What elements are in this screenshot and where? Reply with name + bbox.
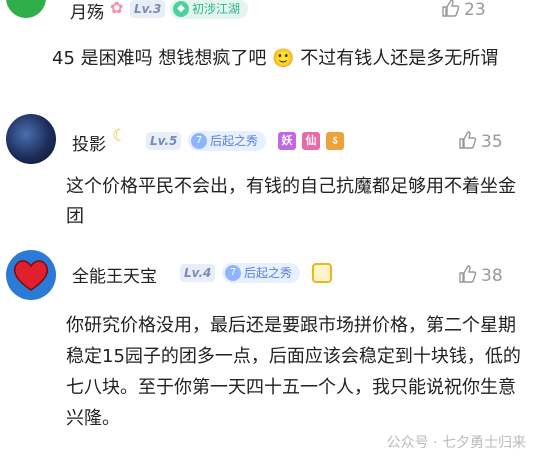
rank-badge: 7 后起之秀 (188, 131, 267, 151)
watermark: 公众号 · 七夕勇士归来 (386, 435, 526, 451)
avatar[interactable] (6, 114, 56, 164)
level-badge: Lv.5 (146, 132, 182, 150)
comment-3: 全能王天宝 Lv.4 7 后起之秀 38 你研究价格没用，最后还是要跟市场拼价格，… (0, 248, 538, 462)
rank-label: 后起之秀 (210, 134, 259, 148)
comment-1: 月殇 ✿ Lv.3 ◆ 初涉江湖 23 45 是困难吗 想钱想疯了吧 🙂 不过有钱… (0, 0, 538, 100)
comment-text: 这个价格平民不会出，有钱的自己抗魔都足够用不着坐金团 (66, 176, 516, 227)
gem-icon: 7 (225, 265, 241, 281)
badge-xian: 仙 (302, 132, 320, 150)
gem-icon: ◆ (173, 1, 189, 17)
thumb-up-icon (459, 265, 477, 283)
level-badge: Lv.4 (180, 264, 216, 282)
flower-icon: ✿ (110, 0, 124, 17)
medal-icon (312, 263, 332, 283)
like-count: 38 (481, 266, 503, 286)
badge-yao: 妖 (278, 132, 296, 150)
like-button[interactable]: 35 (457, 130, 503, 152)
comment-author[interactable]: 全能王天宝 (72, 262, 157, 287)
rank-badge: 7 后起之秀 (222, 263, 301, 283)
heart-icon (13, 260, 49, 291)
gem-icon: 7 (191, 133, 207, 149)
rank-badge: ◆ 初涉江湖 (170, 0, 249, 19)
thumb-up-icon (459, 131, 477, 149)
comment-2: 投影 ☾ Lv.5 7 后起之秀 妖 仙 ऽ 35 这个价格平民不会出，有钱的自己… (0, 110, 538, 245)
rank-label: 后起之秀 (244, 266, 293, 280)
like-count: 23 (464, 0, 486, 20)
level-badge: Lv.3 (130, 0, 166, 18)
avatar[interactable] (6, 250, 56, 300)
comment-text: 你研究价格没用，最后还是要跟市场拼价格，第二个星期稳定15园子的团多一点，后面应… (66, 315, 521, 429)
badge-ring: ऽ (326, 132, 344, 150)
comment-author[interactable]: 投影 (72, 130, 106, 155)
avatar[interactable] (6, 0, 46, 18)
comment-text: 45 是困难吗 想钱想疯了吧 🙂 不过有钱人还是多无所谓 (52, 48, 499, 69)
thumb-up-icon (442, 0, 460, 17)
like-button[interactable]: 23 (440, 0, 486, 20)
like-count: 35 (481, 132, 503, 152)
like-button[interactable]: 38 (457, 264, 503, 286)
rank-label: 初涉江湖 (192, 2, 241, 16)
crescent-icon: ☾ (112, 126, 128, 146)
comment-author[interactable]: 月殇 (70, 0, 104, 23)
